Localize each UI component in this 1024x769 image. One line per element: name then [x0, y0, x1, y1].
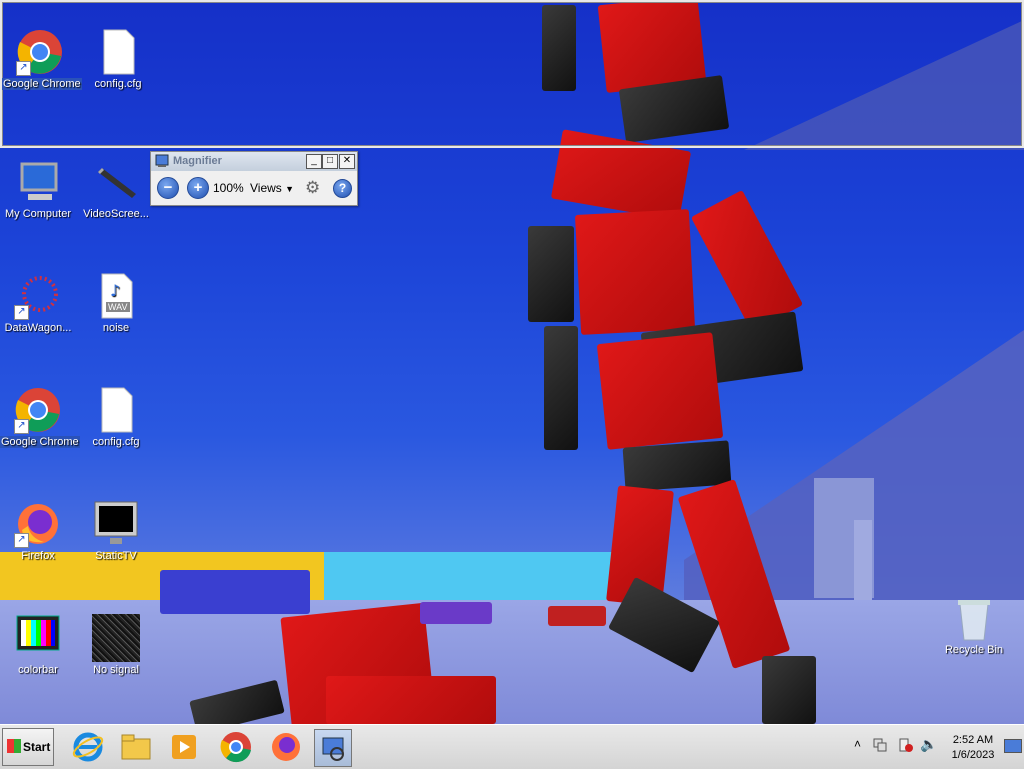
show-desktop-button[interactable] — [1004, 739, 1022, 753]
clock-time: 2:52 AM — [952, 734, 994, 746]
start-button[interactable]: Start — [2, 728, 54, 766]
noise-screen-icon — [92, 614, 140, 662]
icon-label: colorbar — [18, 664, 58, 676]
chrome-icon: ↗ — [14, 386, 62, 434]
icon-label: VideoScree... — [83, 208, 149, 220]
datawagon-icon: ↗ — [14, 272, 62, 320]
magnifier-titlebar[interactable]: Magnifier _ □ ✕ — [151, 152, 357, 171]
recycle-bin-icon — [950, 594, 998, 642]
clock-date: 1/6/2023 — [951, 749, 995, 761]
gear-icon[interactable]: ⚙ — [305, 178, 320, 198]
shortcut-arrow-icon: ↗ — [14, 305, 29, 320]
shortcut-arrow-icon: ↗ — [14, 533, 29, 548]
media-player-icon[interactable] — [166, 729, 202, 765]
views-dropdown[interactable]: Views ▼ — [250, 181, 294, 195]
wav-badge: WAV — [106, 302, 130, 312]
desktop-icon-google-chrome[interactable]: ↗ Google Chrome — [0, 386, 80, 448]
firefox-icon[interactable] — [268, 729, 304, 765]
desktop-icon-statictv[interactable]: StaticTV — [78, 500, 154, 562]
desktop-icon-no-signal[interactable]: No signal — [78, 614, 154, 676]
desktop-icon-recycle-bin[interactable]: Recycle Bin — [936, 594, 1012, 656]
chrome-icon: ↗ — [16, 28, 64, 76]
clock[interactable]: 2:52 AM 1/6/2023 — [946, 733, 1000, 763]
desktop-icon-colorbar[interactable]: colorbar — [0, 614, 76, 676]
internet-explorer-icon[interactable] — [70, 729, 106, 765]
network-icon[interactable] — [872, 737, 888, 753]
desktop-icon-noise[interactable]: ♪ WAV noise — [78, 272, 154, 334]
magnifier-taskbar-button[interactable] — [314, 729, 352, 767]
desktop-icon-google-chrome-magnified[interactable]: ↗ Google Chrome — [2, 28, 82, 90]
icon-label: Google Chrome — [0, 436, 80, 448]
views-label: Views — [250, 181, 282, 195]
svg-text:♪: ♪ — [110, 281, 120, 300]
file-icon — [92, 386, 140, 434]
taskbar: Start ˄ 🔈 2:52 AM 1/6/2023 — [0, 724, 1024, 769]
icon-label: config.cfg — [92, 436, 140, 448]
tv-icon — [92, 500, 140, 548]
icon-label: My Computer — [4, 208, 72, 220]
colorbar-icon — [14, 614, 62, 662]
desktop-icon-videoscreen[interactable]: VideoScree... — [78, 158, 154, 220]
desktop-icon-my-computer[interactable]: My Computer — [0, 158, 76, 220]
wav-file-icon: ♪ WAV — [92, 272, 140, 320]
magnifier-toolbar: − + 100% Views ▼ ⚙ ? — [151, 171, 357, 205]
windows-logo-icon — [7, 739, 21, 753]
close-button[interactable]: ✕ — [339, 154, 355, 169]
zoom-out-button[interactable]: − — [157, 177, 179, 199]
shortcut-arrow-icon: ↗ — [16, 61, 31, 76]
desktop-icon-config[interactable]: config.cfg — [78, 386, 154, 448]
start-label: Start — [23, 740, 51, 754]
chrome-icon[interactable] — [218, 729, 254, 765]
icon-label: Recycle Bin — [944, 644, 1004, 656]
maximize-button[interactable]: □ — [322, 154, 338, 169]
icon-label: Firefox — [21, 550, 55, 562]
file-explorer-icon[interactable] — [118, 729, 154, 765]
desktop-icon-firefox[interactable]: ↗ Firefox — [0, 500, 76, 562]
magnifier-icon — [155, 154, 169, 168]
computer-icon — [14, 158, 62, 206]
icon-label: noise — [102, 322, 130, 334]
shortcut-arrow-icon: ↗ — [14, 419, 29, 434]
zoom-level: 100% — [213, 181, 244, 195]
icon-label: Google Chrome — [2, 78, 82, 90]
file-icon — [94, 28, 142, 76]
icon-label: config.cfg — [94, 78, 142, 90]
magnifier-title: Magnifier — [173, 155, 222, 167]
chevron-down-icon: ▼ — [285, 184, 295, 194]
magnifier-lens-view: ↗ Google Chrome config.cfg — [0, 0, 1024, 148]
icon-label: DataWagon... — [4, 322, 72, 334]
help-button[interactable]: ? — [333, 179, 352, 198]
video-screen-icon — [92, 158, 140, 206]
action-center-icon[interactable] — [898, 737, 914, 753]
magnifier-window[interactable]: Magnifier _ □ ✕ − + 100% Views ▼ ⚙ ? — [150, 151, 358, 206]
zoom-in-button[interactable]: + — [187, 177, 209, 199]
desktop-icon-datawagon[interactable]: ↗ DataWagon... — [0, 272, 76, 334]
desktop-icon-config-magnified[interactable]: config.cfg — [80, 28, 156, 90]
minimize-button[interactable]: _ — [306, 154, 322, 169]
icon-label: StaticTV — [95, 550, 137, 562]
icon-label: No signal — [93, 664, 139, 676]
firefox-icon: ↗ — [14, 500, 62, 548]
tray-expand-button[interactable]: ˄ — [854, 737, 861, 751]
volume-icon[interactable]: 🔈 — [920, 736, 937, 753]
